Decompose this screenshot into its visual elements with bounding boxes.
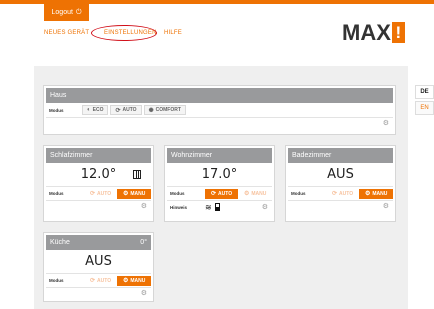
- highlight-circle: [91, 25, 157, 41]
- room-name: Badezimmer: [292, 152, 332, 159]
- room-temperature-row: 17.0°: [167, 163, 272, 187]
- haus-card-header: Haus: [46, 88, 393, 103]
- modus-label: Modus: [291, 191, 306, 196]
- comfort-label: COMFORT: [155, 107, 181, 113]
- language-de[interactable]: DE: [415, 85, 434, 99]
- auto-label: AUTO: [97, 277, 112, 284]
- room-temperature-row: 12.0°: [46, 163, 151, 187]
- auto-button[interactable]: ⟳ AUTO: [83, 188, 118, 199]
- room-card-header: Badezimmer: [288, 148, 393, 163]
- clock-icon: ⟳: [331, 191, 338, 197]
- auto-button[interactable]: ⟳ AUTO: [83, 275, 118, 286]
- settings-icon[interactable]: ⚙: [141, 289, 147, 297]
- window-open-icon: [133, 170, 141, 179]
- room-card-badezimmer: Badezimmer AUS Modus ⟳ AUTO ⚙ MANU ⚙: [285, 145, 396, 222]
- auto-button[interactable]: ⟳ AUTO: [204, 188, 239, 199]
- room-footer: ⚙: [288, 201, 393, 212]
- manu-button[interactable]: ⚙ MANU: [359, 188, 393, 199]
- logo-text: MAX: [342, 20, 391, 45]
- room-temperature[interactable]: AUS: [46, 254, 151, 269]
- manu-label: MANU: [130, 277, 146, 284]
- modus-label: Modus: [49, 107, 64, 113]
- room-card-kueche: Küche 0° AUS Modus ⟳ AUTO ⚙ MANU ⚙: [43, 232, 154, 302]
- room-name: Schlafzimmer: [50, 152, 93, 159]
- room-temperature-row: AUS: [46, 250, 151, 274]
- power-icon: ⏻: [75, 8, 82, 16]
- room-header-value: 0°: [140, 239, 147, 246]
- nav-neues-geraet[interactable]: NEUES GERÄT: [44, 30, 89, 36]
- modus-label: Modus: [49, 191, 64, 196]
- room-name: Wohnzimmer: [171, 152, 213, 159]
- leaf-icon: ◐: [87, 107, 91, 113]
- manu-label: MANU: [372, 190, 388, 197]
- haus-title: Haus: [50, 92, 67, 99]
- room-name: Küche: [50, 239, 70, 246]
- haus-footer: ⚙: [46, 118, 393, 132]
- manu-button[interactable]: ⚙ MANU: [238, 188, 272, 199]
- manu-button[interactable]: ⚙ MANU: [117, 188, 151, 199]
- nav-hilfe[interactable]: HILFE: [164, 30, 182, 36]
- clock-icon: ⟳: [210, 191, 217, 197]
- logout-button[interactable]: Logout ⏻: [44, 4, 89, 21]
- hand-icon: ⚙: [243, 191, 250, 197]
- auto-button[interactable]: ⟳ AUTO: [325, 188, 360, 199]
- auto-label: AUTO: [218, 190, 233, 197]
- auto-label: AUTO: [339, 190, 354, 197]
- manu-label: MANU: [251, 190, 267, 197]
- max-logo: MAX !: [342, 20, 405, 46]
- settings-icon[interactable]: ⚙: [383, 202, 389, 210]
- room-temperature-row: AUS: [288, 163, 393, 187]
- clock-icon: ⟳: [115, 107, 121, 114]
- auto-label: AUTO: [97, 190, 112, 197]
- logout-label: Logout: [51, 9, 73, 16]
- wireless-icon: ≋: [205, 202, 212, 212]
- settings-icon[interactable]: ⚙: [141, 202, 147, 210]
- battery-icon: [214, 203, 220, 211]
- room-card-wohnzimmer: Wohnzimmer 17.0° Modus ⟳ AUTO ⚙ MANU Hin…: [164, 145, 275, 222]
- clock-icon: ⟳: [89, 278, 96, 284]
- room-card-header: Küche 0°: [46, 235, 151, 250]
- room-modus-row: Modus ⟳ AUTO ⚙ MANU: [46, 187, 151, 201]
- logo-mark: !: [391, 22, 405, 43]
- sun-icon: ✺: [148, 107, 154, 114]
- haus-card: Haus Modus ◐ ECO ⟳ AUTO ✺ COMFORT ⚙: [43, 85, 396, 135]
- clock-icon: ⟳: [89, 191, 96, 197]
- room-modus-row: Modus ⟳ AUTO ⚙ MANU: [46, 274, 151, 288]
- room-modus-row: Modus ⟳ AUTO ⚙ MANU: [288, 187, 393, 201]
- auto-label: AUTO: [122, 107, 137, 113]
- hinweis-label: Hinweis: [170, 204, 188, 210]
- manu-label: MANU: [130, 190, 146, 197]
- room-footer: ⚙: [46, 201, 151, 212]
- settings-icon[interactable]: ⚙: [262, 203, 268, 211]
- room-temperature[interactable]: 17.0°: [167, 167, 272, 182]
- comfort-button[interactable]: ✺ COMFORT: [143, 105, 186, 115]
- language-en[interactable]: EN: [415, 101, 434, 115]
- eco-button[interactable]: ◐ ECO: [82, 105, 109, 115]
- auto-button[interactable]: ⟳ AUTO: [110, 105, 142, 115]
- room-footer: ⚙: [46, 288, 151, 299]
- haus-modus-row: Modus ◐ ECO ⟳ AUTO ✺ COMFORT: [46, 103, 393, 118]
- manu-button[interactable]: ⚙ MANU: [117, 275, 151, 286]
- modus-label: Modus: [49, 278, 64, 283]
- eco-label: ECO: [92, 107, 104, 113]
- room-card-schlafzimmer: Schlafzimmer 12.0° Modus ⟳ AUTO ⚙ MANU ⚙: [43, 145, 154, 222]
- room-temperature[interactable]: AUS: [288, 167, 393, 182]
- hand-icon: ⚙: [364, 191, 371, 197]
- modus-label: Modus: [170, 191, 185, 196]
- hand-icon: ⚙: [122, 278, 129, 284]
- settings-icon[interactable]: ⚙: [383, 119, 389, 127]
- hand-icon: ⚙: [122, 191, 129, 197]
- room-card-header: Schlafzimmer: [46, 148, 151, 163]
- room-card-header: Wohnzimmer: [167, 148, 272, 163]
- room-hinweis-row: Hinweis ≋ ⚙: [167, 201, 272, 213]
- room-modus-row: Modus ⟳ AUTO ⚙ MANU: [167, 187, 272, 201]
